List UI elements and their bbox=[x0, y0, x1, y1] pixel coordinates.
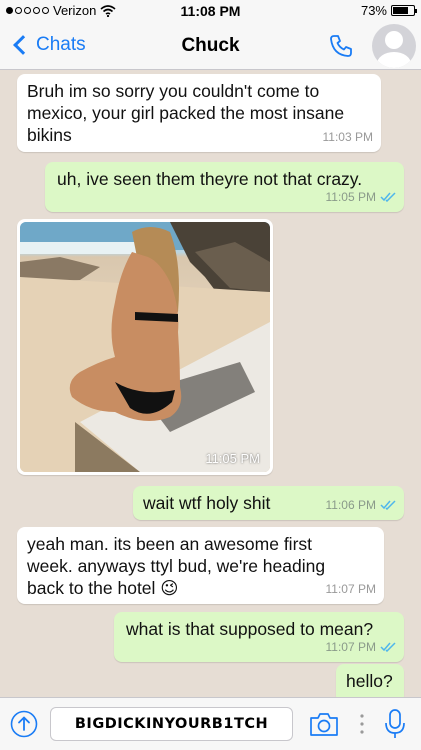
message-incoming: Bruh im so sorry you couldn't come to me… bbox=[17, 74, 381, 152]
avatar-icon[interactable] bbox=[372, 24, 416, 68]
message-time: 11:03 PM bbox=[322, 130, 373, 144]
contact-name[interactable]: Chuck bbox=[0, 35, 421, 57]
double-check-icon bbox=[380, 500, 396, 510]
camera-icon[interactable] bbox=[308, 709, 340, 739]
message-text: hello? bbox=[346, 671, 393, 691]
status-time: 11:08 PM bbox=[180, 3, 241, 19]
message-outgoing: wait wtf holy shit 11:06 PM bbox=[133, 486, 404, 520]
photo-message[interactable]: 11:05 PM bbox=[17, 219, 273, 475]
message-input[interactable]: BIGDICKINYOURB1TCH bbox=[50, 707, 293, 741]
message-incoming: yeah man. its been an awesome first week… bbox=[17, 527, 384, 604]
message-text: Bruh im so sorry you couldn't come to me… bbox=[27, 81, 345, 145]
upload-icon[interactable] bbox=[10, 710, 38, 738]
beach-photo[interactable]: 11:05 PM bbox=[20, 222, 270, 472]
battery-percent: 73% bbox=[360, 3, 387, 18]
message-outgoing: what is that supposed to mean? 11:07 PM bbox=[114, 612, 404, 662]
photo-time: 11:05 PM bbox=[205, 451, 260, 466]
status-bar: Verizon 11:08 PM 73% bbox=[0, 0, 421, 22]
microphone-icon[interactable] bbox=[384, 708, 406, 740]
message-time: 11:07 PM bbox=[325, 582, 376, 596]
more-vertical-icon[interactable] bbox=[360, 713, 364, 735]
message-time: 11:07 PM bbox=[325, 640, 376, 654]
message-time: 11:05 PM bbox=[325, 190, 376, 204]
battery-fill bbox=[393, 7, 408, 14]
double-check-icon bbox=[380, 642, 396, 652]
photo-image bbox=[20, 222, 270, 472]
battery-icon bbox=[391, 5, 417, 16]
message-text: yeah man. its been an awesome first week… bbox=[27, 534, 326, 598]
message-time: 11:06 PM bbox=[325, 498, 376, 512]
double-check-icon bbox=[380, 192, 396, 202]
input-bar: BIGDICKINYOURB1TCH bbox=[0, 697, 421, 750]
status-right: 73% bbox=[360, 3, 417, 18]
chat-header: Chats Chuck bbox=[0, 22, 421, 70]
message-outgoing: uh, ive seen them theyre not that crazy.… bbox=[45, 162, 404, 212]
phone-icon[interactable] bbox=[327, 32, 355, 60]
